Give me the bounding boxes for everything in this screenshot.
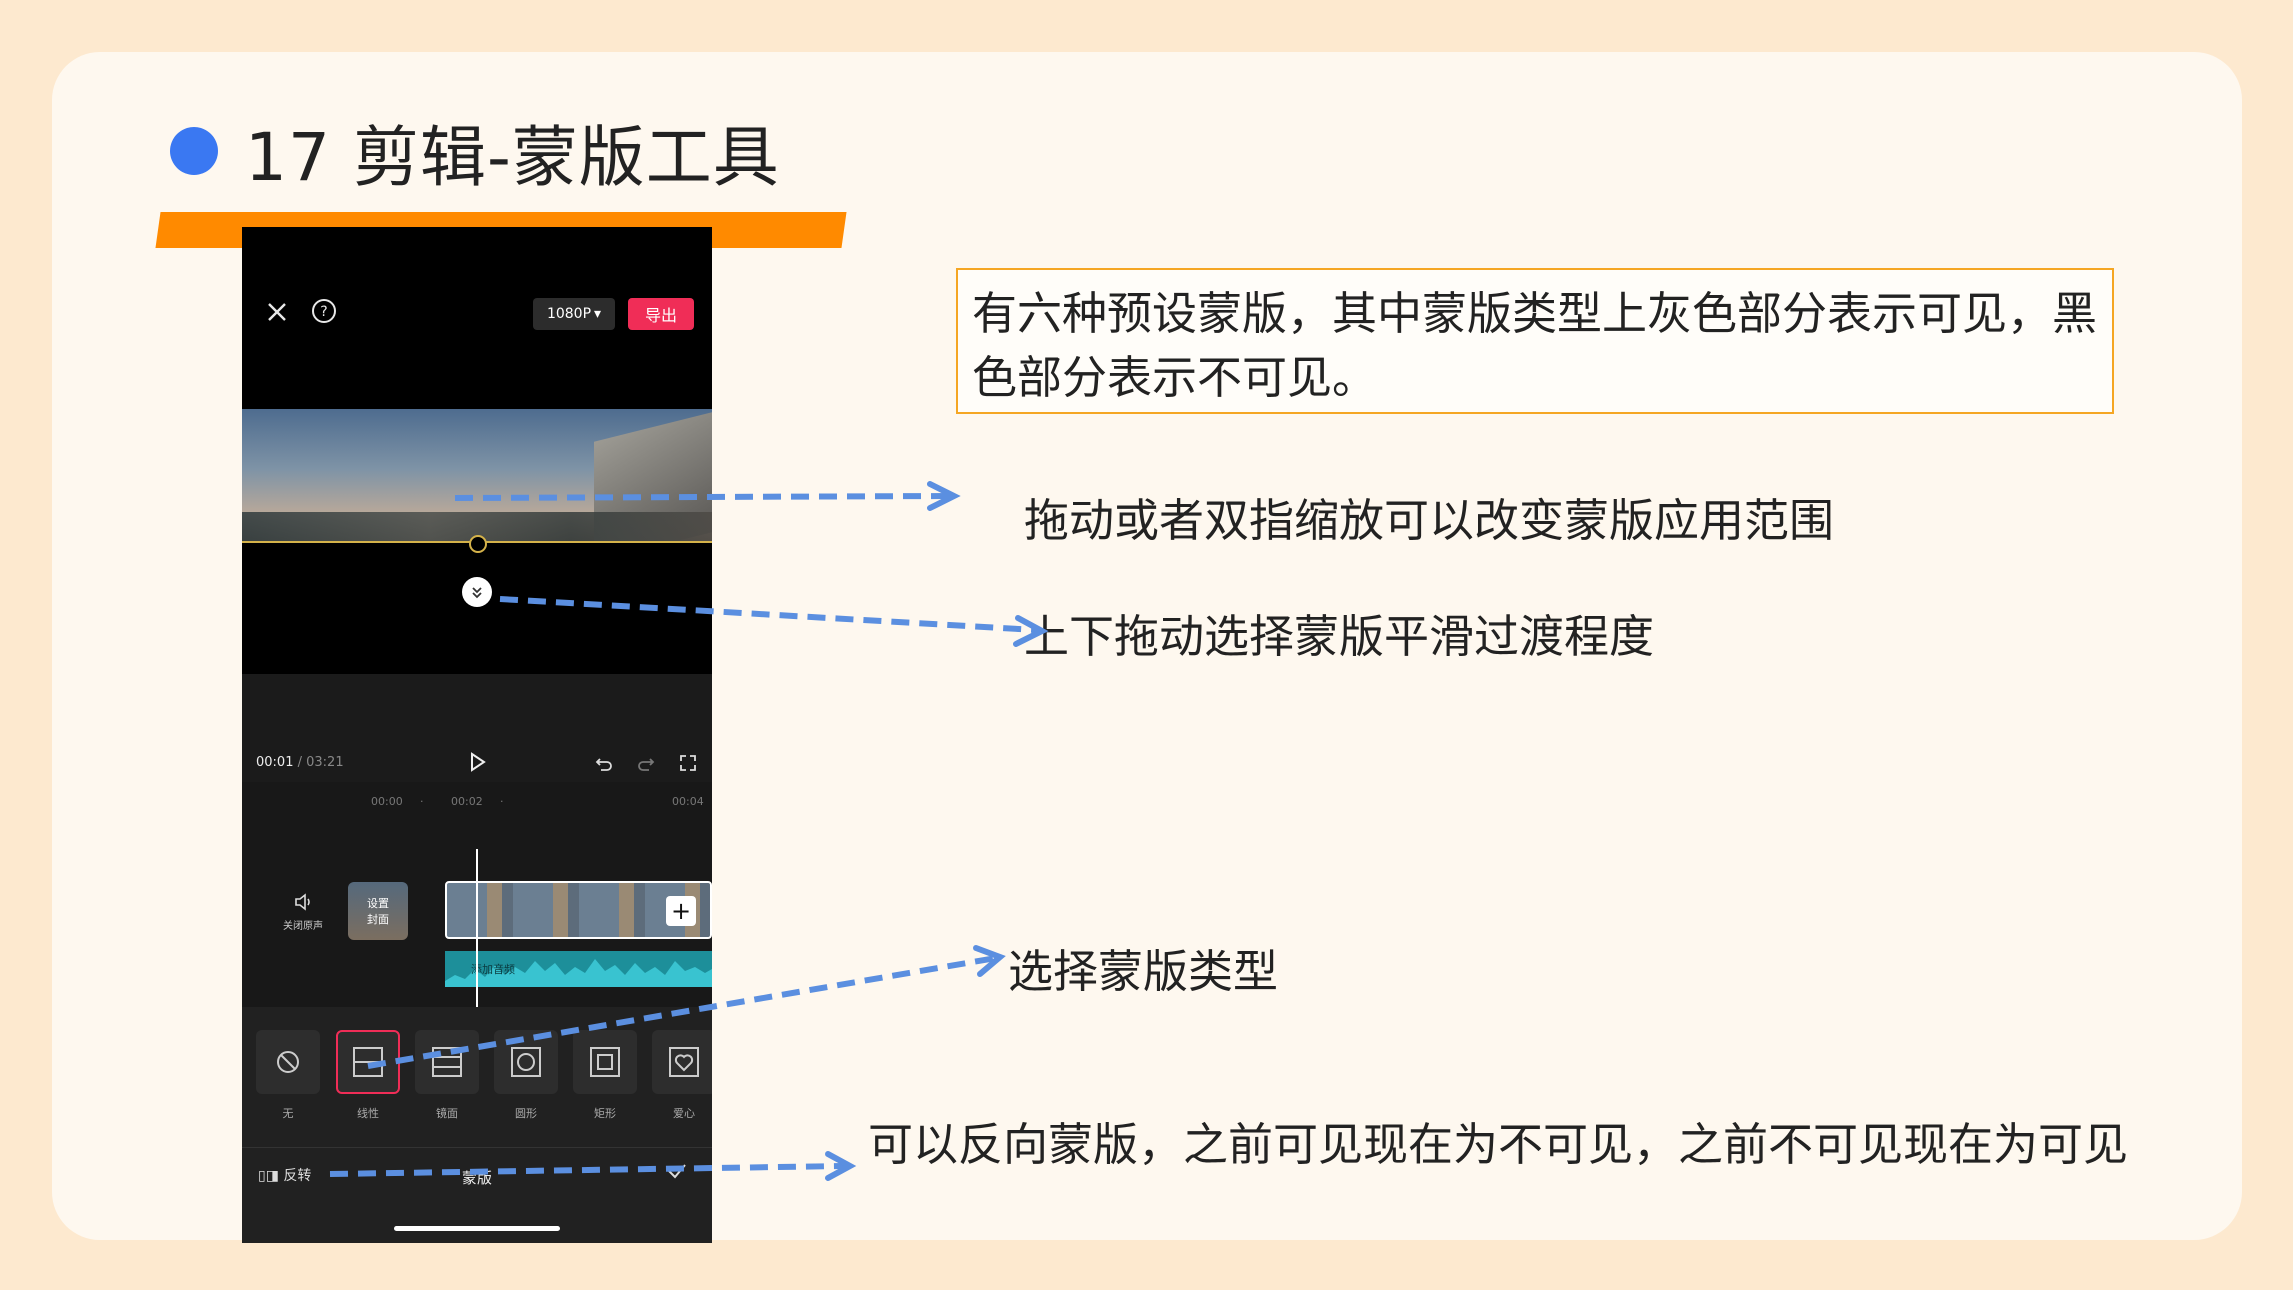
arrow-invert bbox=[329, 1163, 845, 1177]
arrow-mask-type bbox=[367, 955, 997, 1069]
annotation-arrows bbox=[329, 481, 1049, 1181]
arrow-drag-scale bbox=[454, 493, 949, 501]
arrow-feather bbox=[499, 596, 1037, 633]
